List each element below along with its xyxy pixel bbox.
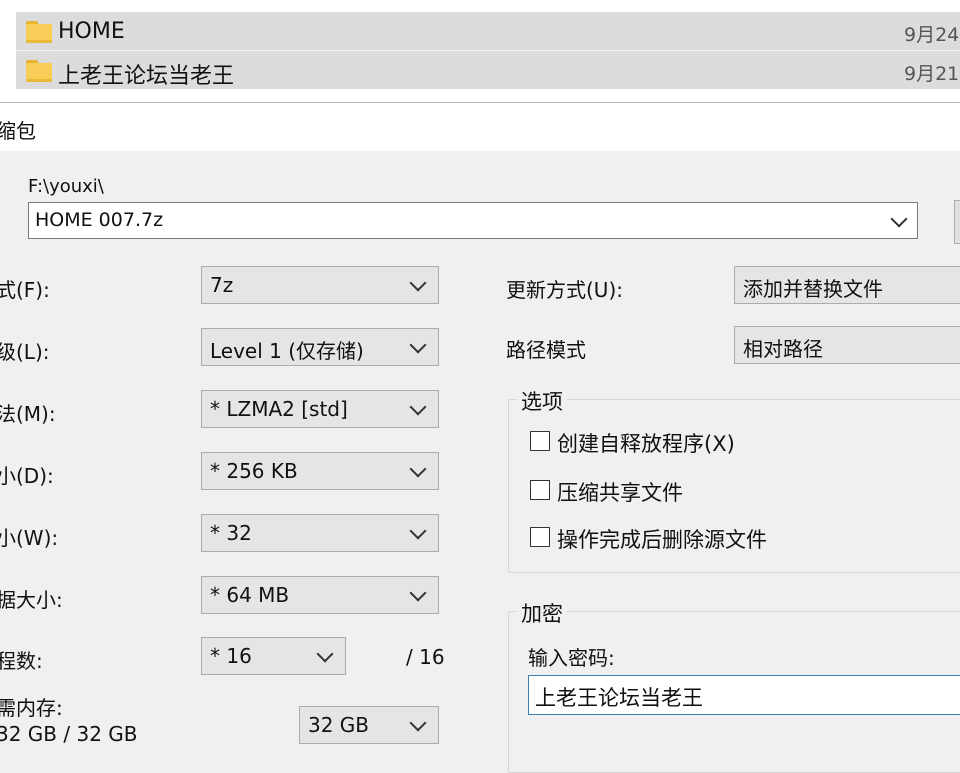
threads-value: * 16 bbox=[210, 644, 252, 668]
sfx-checkbox[interactable] bbox=[530, 431, 550, 451]
update-mode-value: 添加并替换文件 bbox=[743, 277, 883, 301]
level-value: Level 1 (仅存储) bbox=[210, 339, 364, 363]
chevron-down-icon bbox=[409, 274, 427, 292]
file-date: 9月21 bbox=[904, 63, 960, 85]
chevron-down-icon bbox=[409, 460, 427, 478]
shared-files-checkbox[interactable] bbox=[530, 480, 550, 500]
sfx-label: 创建自释放程序(X) bbox=[557, 432, 735, 456]
archive-name-input[interactable]: HOME 007.7z bbox=[28, 202, 918, 239]
password-input[interactable]: 上老王论坛当老王 bbox=[528, 675, 960, 715]
update-mode-label: 更新方式(U): bbox=[506, 278, 623, 302]
threads-max: / 16 bbox=[406, 645, 445, 669]
file-row-laowang[interactable]: 上老王论坛当老王 9月21 bbox=[16, 51, 960, 89]
file-name: 上老王论坛当老王 bbox=[58, 64, 235, 89]
word-size-label: 小(W): bbox=[0, 526, 59, 550]
path-mode-value: 相对路径 bbox=[743, 337, 823, 361]
chevron-down-icon bbox=[409, 398, 427, 416]
chevron-down-icon bbox=[409, 714, 427, 732]
dictionary-select[interactable]: * 256 KB bbox=[201, 452, 439, 490]
memory-usage: 32 GB / 32 GB bbox=[0, 722, 138, 746]
browse-button[interactable] bbox=[954, 200, 960, 244]
path-mode-select[interactable]: 相对路径 bbox=[734, 326, 960, 364]
word-size-value: * 32 bbox=[210, 521, 252, 545]
chevron-down-icon bbox=[409, 584, 427, 602]
method-value: * LZMA2 [std] bbox=[210, 397, 348, 421]
dictionary-value: * 256 KB bbox=[210, 459, 298, 483]
format-value: 7z bbox=[210, 273, 234, 297]
chevron-down-icon bbox=[316, 645, 334, 663]
level-select[interactable]: Level 1 (仅存储) bbox=[201, 328, 439, 366]
chevron-down-icon[interactable] bbox=[890, 210, 908, 228]
delete-source-checkbox[interactable] bbox=[530, 527, 550, 547]
solid-block-select[interactable]: * 64 MB bbox=[201, 576, 439, 614]
chevron-down-icon bbox=[409, 522, 427, 540]
format-select[interactable]: 7z bbox=[201, 266, 439, 304]
folder-icon bbox=[26, 60, 52, 82]
word-size-select[interactable]: * 32 bbox=[201, 514, 439, 552]
archive-label: ) bbox=[0, 188, 2, 212]
memory-label: 需内存: bbox=[0, 696, 63, 720]
options-group-title: 选项 bbox=[517, 386, 567, 416]
memory-value: 32 GB bbox=[308, 713, 370, 737]
method-select[interactable]: * LZMA2 [std] bbox=[201, 390, 439, 428]
threads-label: 程数: bbox=[0, 649, 43, 673]
file-name: HOME bbox=[58, 19, 125, 44]
dictionary-label: 小(D): bbox=[0, 464, 54, 488]
solid-block-label: 据大小: bbox=[0, 588, 63, 612]
threads-select[interactable]: * 16 bbox=[201, 637, 346, 675]
archive-path: F:\youxi\ bbox=[28, 176, 104, 197]
password-label: 输入密码: bbox=[528, 646, 615, 670]
dialog-title: 缩包 bbox=[0, 119, 36, 143]
update-mode-select[interactable]: 添加并替换文件 bbox=[734, 266, 960, 304]
level-label: 级(L): bbox=[0, 340, 50, 364]
folder-icon bbox=[26, 21, 52, 43]
file-row-home[interactable]: HOME 9月24 bbox=[16, 12, 960, 50]
shared-files-label: 压缩共享文件 bbox=[557, 481, 683, 505]
file-list: HOME 9月24 上老王论坛当老王 9月21 bbox=[0, 0, 960, 103]
solid-block-value: * 64 MB bbox=[210, 583, 290, 607]
path-mode-label: 路径模式 bbox=[506, 338, 586, 362]
password-value: 上老王论坛当老王 bbox=[535, 686, 703, 710]
delete-source-label: 操作完成后删除源文件 bbox=[557, 528, 767, 552]
archive-name-value: HOME 007.7z bbox=[35, 209, 164, 231]
method-label: 法(M): bbox=[0, 402, 56, 426]
chevron-down-icon bbox=[409, 336, 427, 354]
format-label: 式(F): bbox=[0, 278, 50, 302]
file-date: 9月24 bbox=[904, 24, 960, 46]
memory-select[interactable]: 32 GB bbox=[299, 706, 439, 744]
dialog-titlebar: 缩包 bbox=[0, 103, 960, 151]
encryption-group-title: 加密 bbox=[517, 598, 567, 628]
